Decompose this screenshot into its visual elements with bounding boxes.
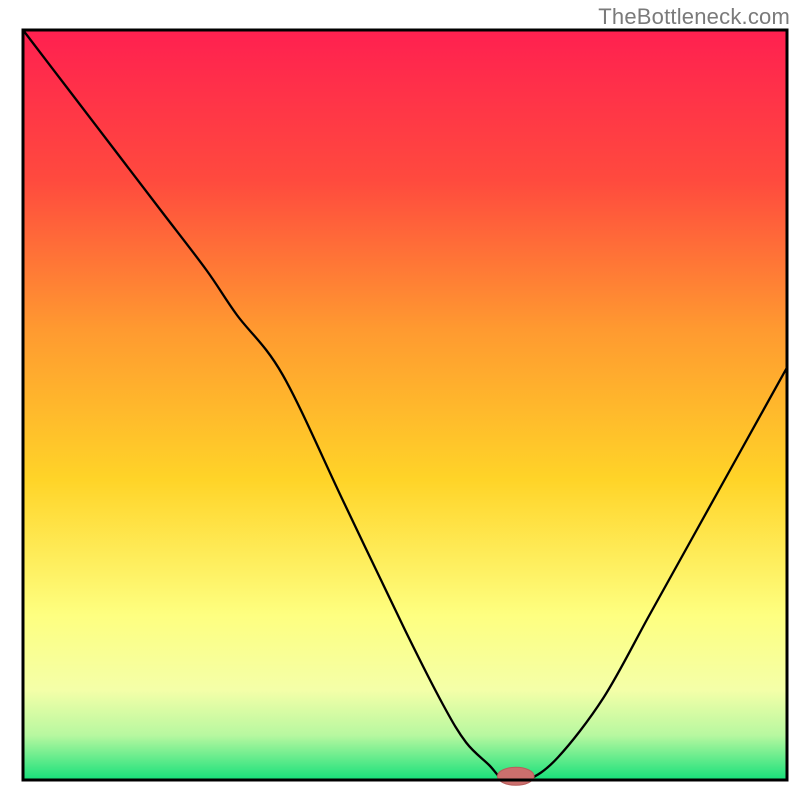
optimal-marker (497, 767, 534, 785)
watermark-text: TheBottleneck.com (598, 4, 790, 30)
bottleneck-chart (0, 0, 800, 800)
plot-background (23, 30, 787, 780)
chart-container: TheBottleneck.com (0, 0, 800, 800)
